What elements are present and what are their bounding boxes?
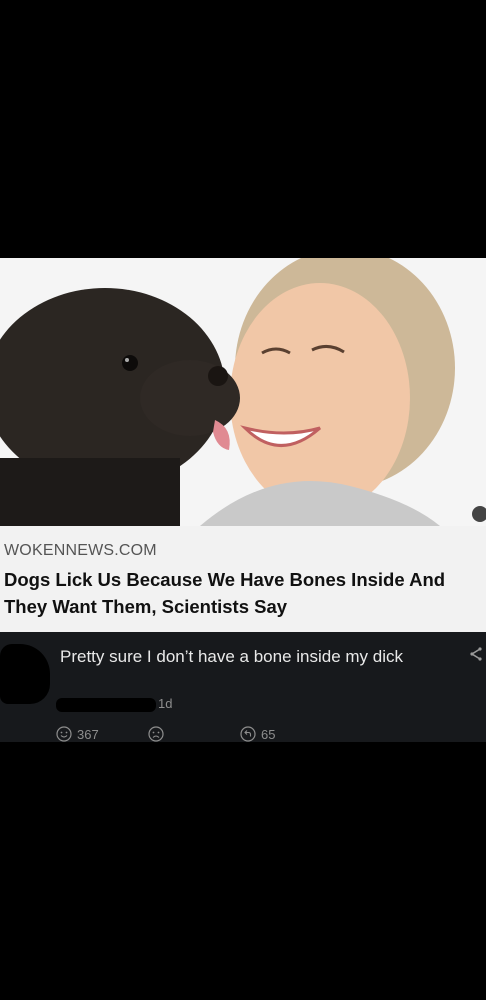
smile-count: 367 <box>77 726 99 742</box>
article-headline[interactable]: Dogs Lick Us Because We Have Bones Insid… <box>4 566 486 620</box>
reply-icon <box>240 726 256 742</box>
sad-icon <box>148 726 164 742</box>
smile-reaction[interactable]: 367 <box>56 726 99 742</box>
reaction-bar: 367 65 <box>56 726 316 744</box>
article-source: WOKENNEWS.COM <box>4 542 157 559</box>
sad-reaction[interactable] <box>148 726 169 742</box>
comment-text: Pretty sure I don’t have a bone inside m… <box>60 647 404 666</box>
reply-reaction[interactable]: 65 <box>240 726 275 742</box>
comment-time: 1d <box>158 696 173 711</box>
article-info[interactable]: WOKENNEWS.COM Dogs Lick Us Because We Ha… <box>0 526 486 632</box>
comment-author[interactable] <box>56 698 156 712</box>
woman-dog-photo <box>0 258 486 526</box>
comment: Pretty sure I don’t have a bone inside m… <box>0 632 486 742</box>
smile-icon <box>56 726 72 742</box>
share-icon[interactable] <box>468 646 484 662</box>
article-image[interactable] <box>0 258 486 526</box>
avatar[interactable] <box>0 644 50 704</box>
reply-count: 65 <box>261 726 276 742</box>
